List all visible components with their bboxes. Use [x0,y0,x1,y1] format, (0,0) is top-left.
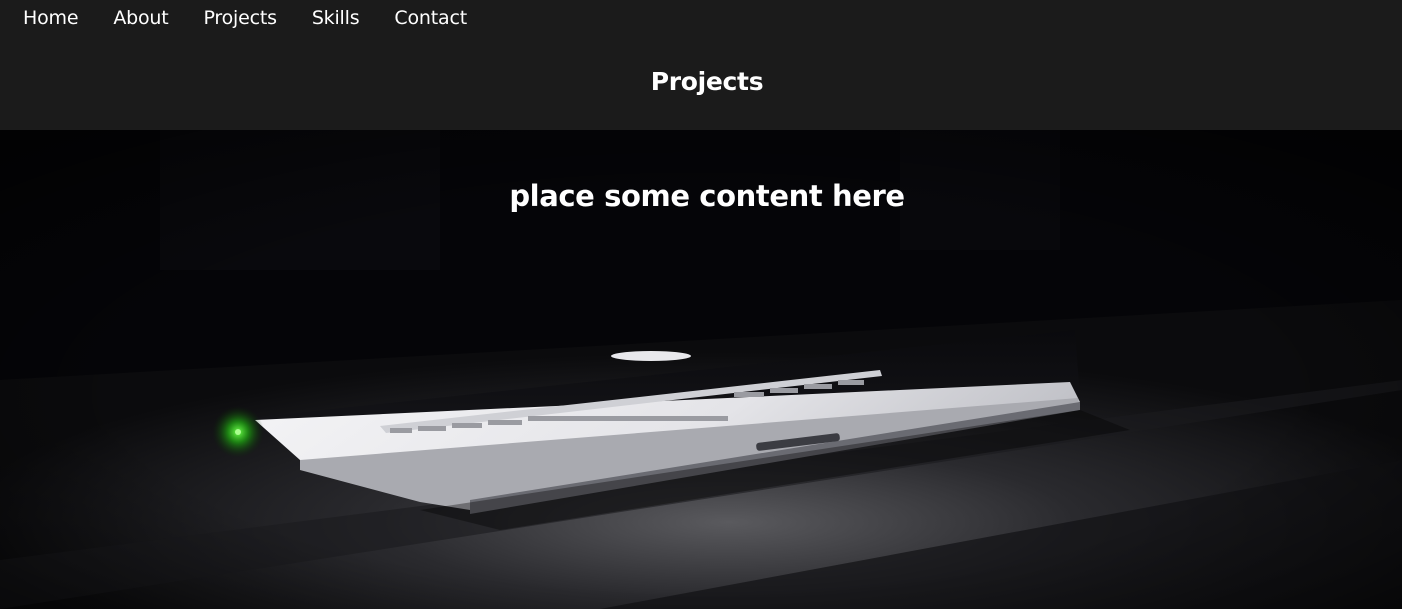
nav-link-about[interactable]: About [113,6,168,30]
hero-text: place some content here [509,179,905,213]
main-nav: Home About Projects Skills Contact [23,6,502,30]
page-title: Projects [650,67,764,96]
nav-link-contact[interactable]: Contact [394,6,467,30]
nav-link-skills[interactable]: Skills [312,6,360,30]
nav-link-home[interactable]: Home [23,6,79,30]
nav-link-projects[interactable]: Projects [204,6,278,30]
hero-section: place some content here [0,130,1402,609]
site-header: Home About Projects Skills Contact Proje… [0,0,1402,130]
